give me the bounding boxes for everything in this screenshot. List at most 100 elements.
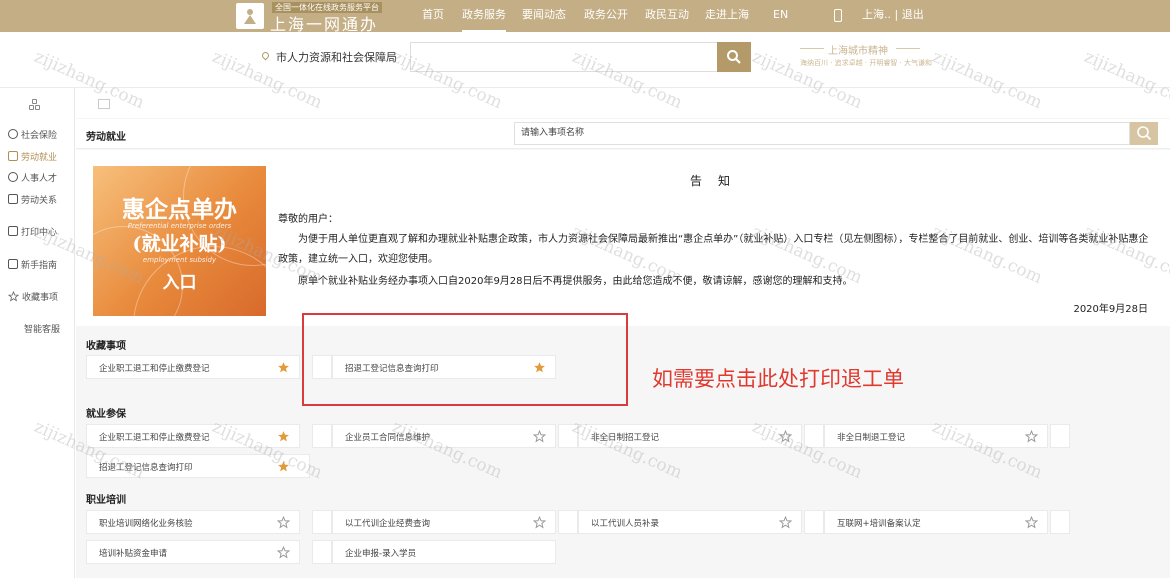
- sidebar-item-personnel[interactable]: 人事人才: [8, 171, 57, 184]
- sidebar-item-labor-relations[interactable]: 劳动关系: [8, 193, 57, 206]
- star-filled-icon[interactable]: [277, 361, 290, 374]
- sidebar-item-social-insurance[interactable]: 社会保险: [8, 128, 57, 141]
- section-title: 劳动就业: [86, 132, 126, 143]
- user-logout[interactable]: 上海.. | 退出: [862, 0, 924, 30]
- sidebar-item-label: 人事人才: [21, 174, 58, 184]
- service-card[interactable]: 非全日制招工登记: [578, 424, 802, 448]
- nav-news[interactable]: 要闻动态: [522, 0, 566, 32]
- sidebar: 社会保险 劳动就业 人事人才 劳动关系 打印中心 新手指南 收藏事项 智能客服: [0, 88, 75, 578]
- logo-icon[interactable]: [236, 3, 264, 29]
- city-spirit-slogan: 上海城市精神 海纳百川 · 追求卓越 · 开明睿智 · 大气谦和: [800, 42, 933, 78]
- sidebar-item-label: 新手指南: [21, 261, 58, 271]
- nav-english[interactable]: EN: [773, 0, 788, 32]
- service-card[interactable]: 以工代训企业经费查询: [332, 510, 556, 534]
- sidebar-item-employment[interactable]: 劳动就业: [8, 150, 57, 163]
- notice-panel: 惠企点单办 Preferential enterprise orders (就业…: [76, 150, 1170, 326]
- annotation-text: 如需要点击此处打印退工单: [652, 367, 904, 391]
- notice-greeting: 尊敬的用户：: [278, 214, 338, 225]
- card-spacer: [312, 510, 332, 534]
- search-band: 市人力资源和社会保障局 上海城市精神 海纳百川 · 追求卓越 · 开明睿智 · …: [0, 32, 1170, 88]
- sidebar-item-favorites[interactable]: 收藏事项: [8, 290, 58, 303]
- star-outline-icon[interactable]: [277, 546, 290, 559]
- printer-icon: [8, 226, 18, 236]
- service-card[interactable]: 企业申报-录入学员: [332, 540, 556, 564]
- service-card-label: 企业职工退工和停止缴费登记: [99, 433, 210, 443]
- nav-about-shanghai[interactable]: 走进上海: [705, 0, 749, 32]
- location-pin-icon: [260, 50, 271, 61]
- star-outline-icon[interactable]: [533, 430, 546, 443]
- service-card-label: 企业员工合同信息维护: [345, 433, 431, 443]
- document-icon: [8, 194, 18, 204]
- nav-interaction[interactable]: 政民互动: [645, 0, 689, 32]
- star-filled-icon[interactable]: [277, 430, 290, 443]
- service-card-label: 企业申报-录入学员: [345, 549, 417, 559]
- service-card-label: 非全日制招工登记: [591, 433, 660, 443]
- star-outline-icon[interactable]: [779, 516, 792, 529]
- search-icon: [727, 50, 741, 64]
- top-navigation-bar: 全国一体化在线政务服务平台 上海一网通办 首页 政务服务 要闻动态 政务公开 政…: [0, 0, 1170, 34]
- star-outline-icon[interactable]: [779, 430, 792, 443]
- card-spacer: [1050, 424, 1070, 448]
- service-card[interactable]: 以工代训人员补录: [578, 510, 802, 534]
- guide-icon: [8, 259, 18, 269]
- briefcase-icon: [8, 151, 18, 161]
- city-spirit-subtitle: 海纳百川 · 追求卓越 · 开明睿智 · 大气谦和: [800, 59, 933, 67]
- main-search-button[interactable]: [717, 42, 751, 72]
- star-filled-icon[interactable]: [277, 460, 290, 473]
- service-card-label: 招退工登记信息查询打印: [99, 463, 193, 473]
- card-spacer: [312, 424, 332, 448]
- star-icon: [8, 291, 19, 302]
- service-card-label: 以工代训人员补录: [591, 519, 660, 529]
- item-search-input[interactable]: 请输入事项名称: [514, 122, 1130, 145]
- nav-public-affairs[interactable]: 政务公开: [584, 0, 628, 32]
- star-outline-icon[interactable]: [1025, 430, 1038, 443]
- sidebar-item-guide[interactable]: 新手指南: [8, 258, 57, 271]
- service-card[interactable]: 企业员工合同信息维护: [332, 424, 556, 448]
- sidebar-item-label: 劳动关系: [21, 196, 58, 206]
- card-spacer: [558, 510, 578, 534]
- banner-entry-label: 入口: [162, 273, 197, 293]
- department-location[interactable]: 市人力资源和社会保障局: [276, 49, 397, 65]
- service-card[interactable]: 培训补贴资金申请: [86, 540, 300, 564]
- card-spacer: [312, 540, 332, 564]
- category-grid-icon[interactable]: [98, 99, 110, 109]
- group-title-vocational-training: 职业培训: [86, 495, 126, 506]
- service-card[interactable]: 企业职工退工和停止缴费登记: [86, 355, 300, 379]
- main-search-input[interactable]: [410, 42, 718, 72]
- service-card[interactable]: 非全日制退工登记: [824, 424, 1048, 448]
- sidebar-item-print-center[interactable]: 打印中心: [8, 225, 57, 238]
- notice-date: 2020年9月28日: [1073, 304, 1148, 315]
- card-spacer: [1050, 510, 1070, 534]
- highlight-box: [302, 313, 628, 406]
- sidebar-item-label: 收藏事项: [22, 293, 59, 303]
- service-card-label: 以工代训企业经费查询: [345, 519, 431, 529]
- star-outline-icon[interactable]: [1025, 516, 1038, 529]
- section-header: 劳动就业 请输入事项名称: [76, 119, 1170, 149]
- star-outline-icon[interactable]: [533, 516, 546, 529]
- service-card-label: 企业职工退工和停止缴费登记: [99, 364, 210, 374]
- mobile-phone-icon[interactable]: [834, 9, 842, 22]
- shield-icon: [8, 129, 18, 139]
- card-spacer: [804, 510, 824, 534]
- sidebar-item-smart-service[interactable]: 智能客服: [24, 322, 60, 335]
- subsidy-entry-banner[interactable]: 惠企点单办 Preferential enterprise orders (就业…: [93, 166, 266, 316]
- sidebar-item-label: 打印中心: [21, 228, 58, 238]
- star-outline-icon[interactable]: [277, 516, 290, 529]
- item-search-button[interactable]: [1130, 122, 1158, 145]
- content-toolbar: [76, 88, 1170, 118]
- card-spacer: [558, 424, 578, 448]
- service-card[interactable]: 招退工登记信息查询打印: [86, 454, 310, 478]
- search-icon: [1137, 126, 1152, 141]
- service-card[interactable]: 互联网+培训备案认定: [824, 510, 1048, 534]
- sidebar-item-label: 智能客服: [24, 325, 61, 335]
- sidebar-item-label: 社会保险: [21, 131, 58, 141]
- group-title-favorites: 收藏事项: [86, 341, 126, 352]
- banner-english-subtitle: employment subsidy: [142, 256, 217, 264]
- nav-government-services[interactable]: 政务服务: [462, 0, 506, 32]
- app-grid-icon[interactable]: [29, 99, 41, 111]
- service-card-label: 培训补贴资金申请: [99, 549, 168, 559]
- service-card[interactable]: 职业培训网络化业务核验: [86, 510, 300, 534]
- notice-paragraph-1: 为便于用人单位更直观了解和办理就业补贴惠企政策，市人力资源社会保障局最新推出“惠…: [278, 234, 1149, 265]
- service-card[interactable]: 企业职工退工和停止缴费登记: [86, 424, 300, 448]
- nav-home[interactable]: 首页: [422, 0, 444, 32]
